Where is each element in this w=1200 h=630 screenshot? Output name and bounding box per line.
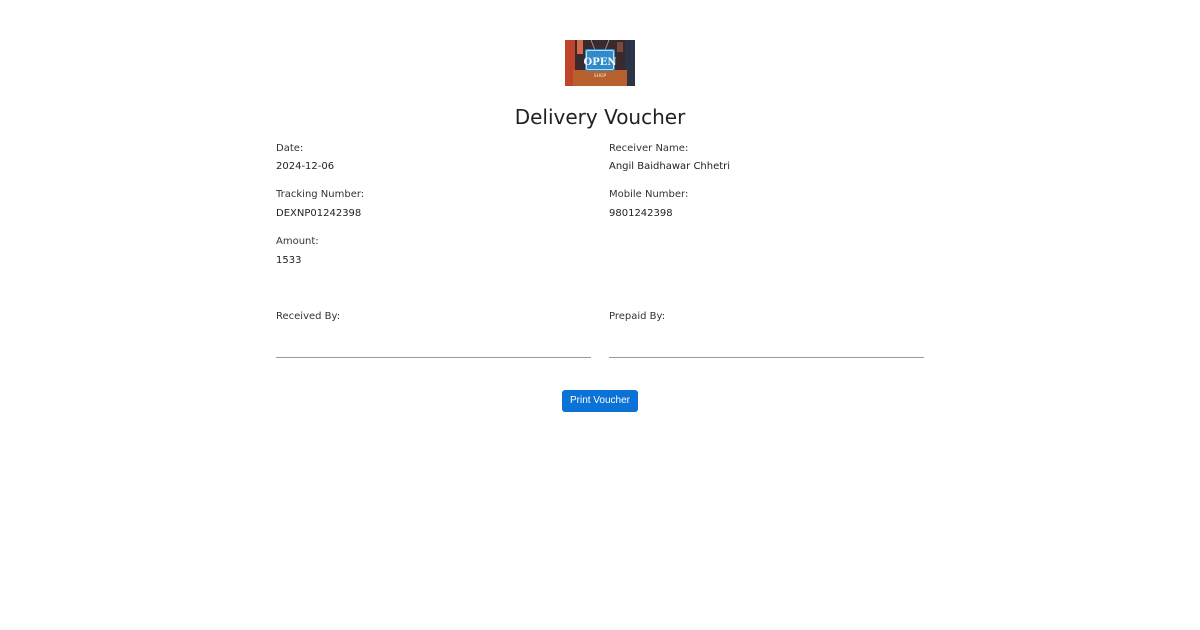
- date-label: Date:: [276, 143, 304, 154]
- date-value: 2024-12-06: [276, 161, 335, 172]
- mobile-number-value: 9801242398: [609, 208, 673, 219]
- prepaid-by-signature-line: [609, 357, 924, 358]
- voucher-page: OPEN SHOP Delivery Voucher Date: 2024-12…: [0, 0, 1200, 630]
- received-by-signature-line: [276, 357, 591, 358]
- received-by-label: Received By:: [276, 311, 341, 322]
- tracking-number-label: Tracking Number:: [276, 189, 365, 200]
- receiver-name-value: Angil Baidhawar Chhetri: [609, 161, 731, 172]
- receiver-name-label: Receiver Name:: [609, 143, 689, 154]
- shop-logo-image: OPEN SHOP: [565, 40, 635, 86]
- print-voucher-button[interactable]: Print Voucher: [562, 390, 638, 412]
- amount-label: Amount:: [276, 236, 319, 247]
- logo-sign-text: OPEN: [584, 57, 617, 68]
- mobile-number-label: Mobile Number:: [609, 189, 689, 200]
- amount-value: 1533: [276, 255, 302, 266]
- prepaid-by-label: Prepaid By:: [609, 311, 666, 322]
- page-title: Delivery Voucher: [514, 105, 686, 129]
- tracking-number-value: DEXNP01242398: [276, 208, 362, 219]
- logo-sub-text: SHOP: [594, 73, 607, 79]
